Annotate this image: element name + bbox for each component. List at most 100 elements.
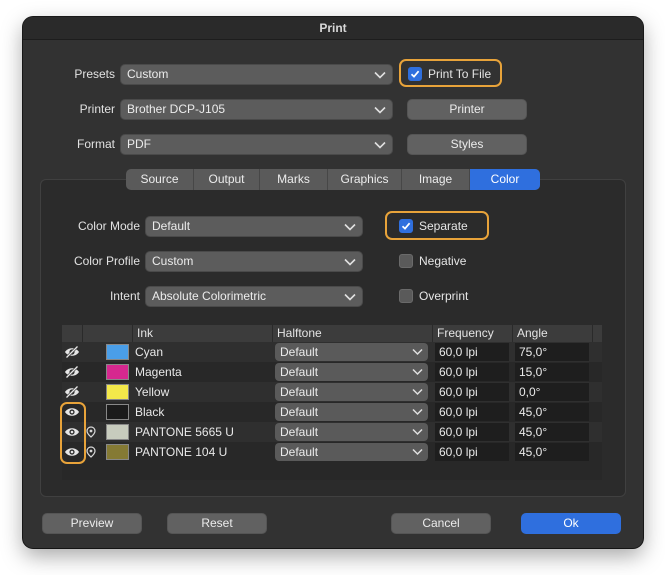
- ink-swatch: [106, 404, 129, 420]
- format-popup[interactable]: PDF: [120, 134, 393, 155]
- ink-swatch: [106, 444, 129, 460]
- ink-name: Yellow: [135, 385, 170, 399]
- angle-field[interactable]: 75,0°: [515, 343, 589, 361]
- ink-swatch: [106, 344, 129, 360]
- angle-field[interactable]: 45,0°: [515, 403, 589, 421]
- reset-button[interactable]: Reset: [167, 513, 267, 534]
- halftone-value: Default: [280, 445, 319, 459]
- header-frequency: Frequency: [432, 325, 512, 342]
- eye-slash-icon[interactable]: [64, 365, 80, 379]
- tab-bar: Source Output Marks Graphics Image Color: [126, 169, 540, 190]
- color-profile-popup[interactable]: Custom: [145, 251, 363, 272]
- negative-checkbox[interactable]: Negative: [399, 251, 489, 271]
- halftone-value: Default: [280, 405, 319, 419]
- printer-button[interactable]: Printer: [407, 99, 527, 120]
- overprint-box: [399, 289, 413, 303]
- table-row[interactable]: Black Default 60,0 lpi 45,0°: [62, 402, 602, 422]
- print-dialog: Print Presets Custom Print To File Print…: [23, 17, 643, 548]
- frequency-field[interactable]: 60,0 lpi: [435, 423, 509, 441]
- ink-table-header: Ink Halftone Frequency Angle: [62, 325, 602, 342]
- color-mode-popup[interactable]: Default: [145, 216, 363, 237]
- intent-label: Intent: [109, 289, 140, 303]
- ink-name: PANTONE 104 U: [135, 445, 228, 459]
- halftone-value: Default: [280, 365, 319, 379]
- halftone-popup[interactable]: Default: [275, 443, 428, 461]
- window-title: Print: [23, 17, 643, 40]
- printer-value: Brother DCP-J105: [127, 102, 226, 116]
- halftone-popup[interactable]: Default: [275, 403, 428, 421]
- chevron-down-icon: [374, 71, 386, 79]
- halftone-popup[interactable]: Default: [275, 383, 428, 401]
- presets-value: Custom: [127, 67, 169, 81]
- format-label: Format: [76, 137, 115, 151]
- tab-source[interactable]: Source: [126, 169, 194, 190]
- print-to-file-checkbox[interactable]: Print To File: [408, 64, 503, 84]
- color-mode-value: Default: [152, 219, 191, 233]
- chevron-down-icon: [412, 348, 423, 356]
- angle-field[interactable]: 45,0°: [515, 443, 589, 461]
- presets-popup[interactable]: Custom: [120, 64, 393, 85]
- table-row[interactable]: PANTONE 104 U Default 60,0 lpi 45,0°: [62, 442, 602, 462]
- angle-field[interactable]: 15,0°: [515, 363, 589, 381]
- checkmark-icon: [410, 70, 420, 78]
- spot-ink-icon: [86, 426, 96, 438]
- intent-popup[interactable]: Absolute Colorimetric: [145, 286, 363, 307]
- ok-button[interactable]: Ok: [521, 513, 621, 534]
- frequency-field[interactable]: 60,0 lpi: [435, 343, 509, 361]
- tab-output[interactable]: Output: [194, 169, 260, 190]
- separate-checkbox[interactable]: Separate: [399, 216, 484, 236]
- tab-color[interactable]: Color: [470, 169, 540, 190]
- halftone-value: Default: [280, 425, 319, 439]
- header-ink: Ink: [132, 325, 272, 342]
- ink-table: Ink Halftone Frequency Angle Cyan Default…: [62, 325, 602, 480]
- ink-name: Black: [135, 405, 165, 419]
- tab-marks[interactable]: Marks: [260, 169, 328, 190]
- ink-swatch: [106, 424, 129, 440]
- chevron-down-icon: [374, 106, 386, 114]
- frequency-field[interactable]: 60,0 lpi: [435, 443, 509, 461]
- table-row[interactable]: PANTONE 5665 U Default 60,0 lpi 45,0°: [62, 422, 602, 442]
- presets-label: Presets: [74, 67, 115, 81]
- printer-label: Printer: [79, 102, 115, 116]
- table-row[interactable]: Magenta Default 60,0 lpi 15,0°: [62, 362, 602, 382]
- chevron-down-icon: [412, 428, 423, 436]
- halftone-popup[interactable]: Default: [275, 363, 428, 381]
- chevron-down-icon: [412, 408, 423, 416]
- overprint-checkbox[interactable]: Overprint: [399, 286, 494, 306]
- print-to-file-label: Print To File: [428, 67, 492, 81]
- overprint-label: Overprint: [419, 289, 469, 303]
- eye-slash-icon[interactable]: [64, 385, 80, 399]
- header-spot-column: [82, 325, 104, 342]
- visibility-highlight: [60, 402, 86, 464]
- halftone-popup[interactable]: Default: [275, 423, 428, 441]
- styles-button[interactable]: Styles: [407, 134, 527, 155]
- ink-swatch: [106, 384, 129, 400]
- ink-name: Magenta: [135, 365, 182, 379]
- chevron-down-icon: [412, 388, 423, 396]
- halftone-popup[interactable]: Default: [275, 343, 428, 361]
- negative-label: Negative: [419, 254, 467, 268]
- intent-value: Absolute Colorimetric: [152, 289, 267, 303]
- angle-field[interactable]: 45,0°: [515, 423, 589, 441]
- chevron-down-icon: [344, 293, 356, 301]
- chevron-down-icon: [344, 258, 356, 266]
- header-angle: Angle: [512, 325, 592, 342]
- chevron-down-icon: [412, 368, 423, 376]
- tab-graphics[interactable]: Graphics: [328, 169, 402, 190]
- angle-field[interactable]: 0,0°: [515, 383, 589, 401]
- separate-box: [399, 219, 413, 233]
- ink-name: PANTONE 5665 U: [135, 425, 234, 439]
- eye-slash-icon[interactable]: [64, 345, 80, 359]
- cancel-button[interactable]: Cancel: [391, 513, 491, 534]
- negative-box: [399, 254, 413, 268]
- frequency-field[interactable]: 60,0 lpi: [435, 363, 509, 381]
- frequency-field[interactable]: 60,0 lpi: [435, 383, 509, 401]
- printer-popup[interactable]: Brother DCP-J105: [120, 99, 393, 120]
- preview-button[interactable]: Preview: [42, 513, 142, 534]
- frequency-field[interactable]: 60,0 lpi: [435, 403, 509, 421]
- table-row[interactable]: Cyan Default 60,0 lpi 75,0°: [62, 342, 602, 362]
- separate-label: Separate: [419, 219, 468, 233]
- tab-image[interactable]: Image: [402, 169, 470, 190]
- table-row[interactable]: Yellow Default 60,0 lpi 0,0°: [62, 382, 602, 402]
- halftone-value: Default: [280, 385, 319, 399]
